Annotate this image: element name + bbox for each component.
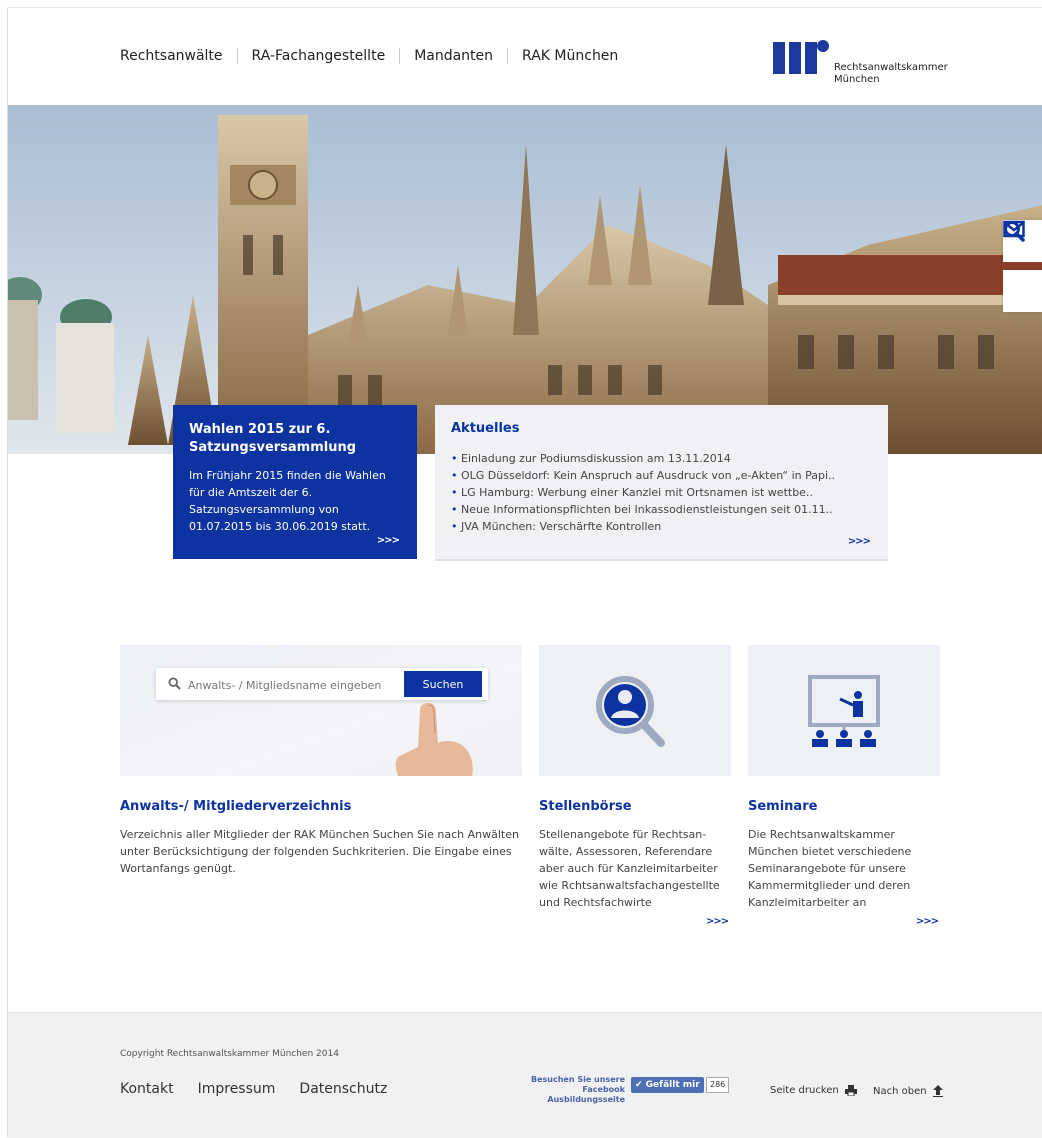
stellenboerse-title[interactable]: Stellenbörse	[539, 799, 632, 814]
wahlen-teaser[interactable]: Wahlen 2015 zur 6. Satzungsversammlung I…	[173, 405, 417, 559]
header: Rechtsanwälte RA-Fachangestellte Mandant…	[8, 8, 1042, 105]
news-item[interactable]: Einladung zur Podiumsdiskussion am 13.11…	[451, 450, 871, 467]
footer-link-datenschutz[interactable]: Datenschutz	[299, 1081, 387, 1097]
arrow-up-icon	[932, 1085, 943, 1097]
copyright: Copyright Rechtsanwaltskammer München 20…	[120, 1049, 339, 1059]
back-to-top-link[interactable]: Nach oben	[873, 1085, 943, 1097]
member-search-input[interactable]	[186, 674, 400, 696]
stellenboerse-more-link[interactable]: >>>	[706, 916, 729, 927]
top-navigation: Rechtsanwälte RA-Fachangestellte Mandant…	[120, 48, 632, 64]
print-page-link[interactable]: Seite drucken	[770, 1085, 857, 1096]
nav-rechtsanwaelte[interactable]: Rechtsanwälte	[120, 48, 237, 64]
hero-illustration	[8, 105, 1042, 454]
nav-mandanten[interactable]: Mandanten	[399, 48, 507, 64]
person-search-icon	[596, 676, 665, 747]
hero-image	[8, 105, 1042, 454]
member-search-tile: Suchen	[120, 645, 522, 776]
news-item[interactable]: OLG Düsseldorf: Kein Anspruch auf Ausdru…	[451, 467, 871, 484]
presentation-icon	[808, 675, 880, 747]
facebook-text[interactable]: Besuchen Sie unsere Facebook Ausbildungs…	[513, 1075, 625, 1105]
wahlen-text: Im Frühjahr 2015 finden die Wahlen für d…	[189, 469, 386, 533]
mail-icon	[1003, 220, 1025, 238]
member-directory-title[interactable]: Anwalts-/ Mitgliederverzeichnis	[120, 799, 351, 814]
wahlen-title: Wahlen 2015 zur 6. Satzungsversammlung	[189, 422, 357, 455]
side-tools	[1003, 220, 1042, 320]
stellenboerse-text: Stellenangebote für Rechtsan-wälte, Asse…	[539, 828, 720, 909]
aktuelles-panel: Aktuelles Einladung zur Podiumsdiskussio…	[435, 405, 888, 561]
mail-tool-button[interactable]	[1003, 220, 1042, 312]
aktuelles-more-link[interactable]: >>>	[848, 536, 871, 547]
facebook-text-line1: Besuchen Sie unsere	[531, 1075, 625, 1084]
aktuelles-list: Einladung zur Podiumsdiskussion am 13.11…	[451, 450, 871, 535]
member-search-box: Suchen	[156, 668, 488, 700]
facebook-like-button[interactable]: ✔ Gefällt mir	[631, 1077, 704, 1093]
logo-text-line1: Rechtsanwaltskammer	[834, 62, 948, 73]
footer-navigation: Kontakt Impressum Datenschutz	[120, 1081, 411, 1097]
news-item[interactable]: JVA München: Verschärfte Kontrollen	[451, 518, 871, 535]
nav-ra-fachangestellte[interactable]: RA-Fachangestellte	[236, 48, 400, 64]
footer-link-kontakt[interactable]: Kontakt	[120, 1081, 174, 1097]
footer-link-impressum[interactable]: Impressum	[198, 1081, 276, 1097]
aktuelles-title: Aktuelles	[451, 421, 520, 436]
back-to-top-label: Nach oben	[873, 1085, 927, 1097]
pointing-hand-image	[395, 703, 473, 776]
page: Rechtsanwälte RA-Fachangestellte Mandant…	[7, 7, 1042, 1138]
footer: Copyright Rechtsanwaltskammer München 20…	[8, 1012, 1042, 1138]
news-item[interactable]: LG Hamburg: Werbung einer Kanzlei mit Or…	[451, 484, 871, 501]
news-item[interactable]: Neue Informationspflichten bei Inkassodi…	[451, 501, 871, 518]
printer-icon	[844, 1085, 857, 1096]
facebook-like-count: 286	[706, 1077, 730, 1093]
member-search-button[interactable]: Suchen	[404, 671, 482, 697]
logo-text-line2: München	[834, 74, 880, 85]
seminare-tile[interactable]	[748, 645, 940, 776]
member-directory-text: Verzeichnis aller Mitglieder der RAK Mün…	[120, 828, 519, 875]
seminare-more-link[interactable]: >>>	[916, 916, 939, 927]
facebook-text-line2: Facebook Ausbildungsseite	[547, 1085, 625, 1104]
search-icon	[168, 677, 181, 690]
nav-rak-muenchen[interactable]: RAK München	[507, 48, 632, 64]
seminare-title[interactable]: Seminare	[748, 799, 817, 814]
logo[interactable]: Rechtsanwaltskammer München	[773, 32, 953, 92]
wahlen-more-link[interactable]: >>>	[377, 535, 400, 546]
stellenboerse-tile[interactable]	[539, 645, 731, 776]
seminare-text: Die Rechtsanwaltskammer München bietet v…	[748, 828, 912, 909]
print-label: Seite drucken	[770, 1085, 839, 1096]
